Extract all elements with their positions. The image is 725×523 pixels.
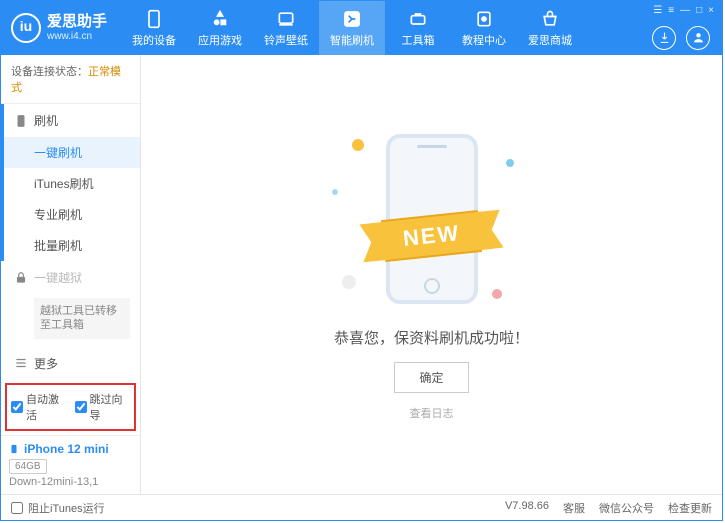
lock-icon — [14, 271, 28, 285]
nav-shop[interactable]: 爱思商城 — [517, 1, 583, 55]
apps-icon — [210, 9, 230, 29]
flash-icon — [342, 9, 362, 29]
window-button[interactable]: ≡ — [668, 5, 674, 16]
section-more-title: 更多 — [34, 355, 58, 372]
logo-icon: iu — [11, 13, 41, 43]
nav-book[interactable]: 教程中心 — [451, 1, 517, 55]
app-url: www.i4.cn — [47, 31, 107, 43]
connection-status: 设备连接状态：正常模式 — [1, 55, 140, 104]
nav-label: 铃声壁纸 — [264, 32, 308, 48]
section-jailbreak: 一键越狱 越狱工具已转移至工具箱 — [1, 261, 140, 339]
nav-label: 工具箱 — [402, 32, 435, 48]
conn-label: 设备连接状态： — [11, 66, 88, 78]
sidebar-item[interactable]: iTunes刷机 — [4, 168, 140, 199]
ok-button[interactable]: 确定 — [394, 362, 468, 393]
nav-label: 教程中心 — [462, 32, 506, 48]
brand: iu 爱思助手 www.i4.cn — [1, 1, 121, 55]
nav-device[interactable]: 我的设备 — [121, 1, 187, 55]
nav-label: 智能刷机 — [330, 32, 374, 48]
nav-label: 我的设备 — [132, 32, 176, 48]
nav-media[interactable]: 铃声壁纸 — [253, 1, 319, 55]
section-flash: 刷机 一键刷机iTunes刷机专业刷机批量刷机 — [1, 104, 140, 261]
section-jailbreak-header[interactable]: 一键越狱 — [4, 261, 140, 294]
window-button[interactable]: ☰ — [653, 5, 662, 16]
section-flash-header[interactable]: 刷机 — [4, 104, 140, 137]
nav-tools[interactable]: 工具箱 — [385, 1, 451, 55]
skip-guide-checkbox[interactable]: 跳过向导 — [75, 391, 131, 423]
flash-options: 自动激活 跳过向导 — [5, 383, 136, 431]
view-log-link[interactable]: 查看日志 — [410, 405, 454, 421]
footer-link[interactable]: 客服 — [563, 500, 585, 516]
status-bar: 阻止iTunes运行 V7.98.66 客服微信公众号检查更新 — [1, 494, 722, 520]
window-button[interactable]: × — [708, 5, 714, 16]
success-message: 恭喜您，保资料刷机成功啦！ — [334, 327, 529, 348]
footer-link[interactable]: 微信公众号 — [599, 500, 654, 516]
phone-icon — [14, 114, 28, 128]
success-illustration: NEW — [332, 129, 532, 309]
nav-flash[interactable]: 智能刷机 — [319, 1, 385, 55]
footer-link[interactable]: 检查更新 — [668, 500, 712, 516]
section-jailbreak-title: 一键越狱 — [34, 269, 82, 286]
device-info[interactable]: iPhone 12 mini 64GB Down-12mini-13,1 — [1, 435, 140, 494]
title-bar: iu 爱思助手 www.i4.cn 我的设备 应用游戏 铃声壁纸 智能刷机 工具箱 教程中… — [1, 1, 722, 55]
window-controls: ☰ ≡ — □ × — [645, 1, 722, 20]
nav-apps[interactable]: 应用游戏 — [187, 1, 253, 55]
sidebar-item[interactable]: 批量刷机 — [4, 230, 140, 261]
window-button[interactable]: □ — [696, 5, 702, 16]
menu-icon — [14, 356, 28, 370]
device-firmware: Down-12mini-13,1 — [9, 476, 132, 488]
main-nav: 我的设备 应用游戏 铃声壁纸 智能刷机 工具箱 教程中心 爱思商城 — [121, 1, 645, 55]
media-icon — [276, 9, 296, 29]
shop-icon — [540, 9, 560, 29]
main-content: NEW 恭喜您，保资料刷机成功啦！ 确定 查看日志 — [141, 55, 722, 494]
window-button[interactable]: — — [680, 5, 690, 16]
body: 设备连接状态：正常模式 刷机 一键刷机iTunes刷机专业刷机批量刷机 一键越狱… — [1, 55, 722, 494]
jailbreak-note: 越狱工具已转移至工具箱 — [34, 298, 130, 339]
book-icon — [474, 9, 494, 29]
download-icon[interactable] — [652, 26, 676, 50]
nav-label: 应用游戏 — [198, 32, 242, 48]
app-window: iu 爱思助手 www.i4.cn 我的设备 应用游戏 铃声壁纸 智能刷机 工具箱 教程中… — [0, 0, 723, 521]
section-more: 更多 其他工具下载固件高级功能 — [1, 347, 140, 379]
app-title: 爱思助手 — [47, 13, 107, 31]
header-actions — [652, 20, 722, 55]
block-itunes-checkbox[interactable]: 阻止iTunes运行 — [11, 500, 105, 516]
sidebar-item[interactable]: 专业刷机 — [4, 199, 140, 230]
device-storage: 64GB — [9, 459, 47, 474]
user-icon[interactable] — [686, 26, 710, 50]
version-label: V7.98.66 — [505, 500, 549, 516]
sidebar: 设备连接状态：正常模式 刷机 一键刷机iTunes刷机专业刷机批量刷机 一键越狱… — [1, 55, 141, 494]
device-name: iPhone 12 mini — [24, 442, 109, 456]
device-icon — [9, 442, 19, 456]
device-icon — [144, 9, 164, 29]
sidebar-list: 刷机 一键刷机iTunes刷机专业刷机批量刷机 一键越狱 越狱工具已转移至工具箱… — [1, 104, 140, 379]
auto-activate-checkbox[interactable]: 自动激活 — [11, 391, 67, 423]
sidebar-item[interactable]: 一键刷机 — [4, 137, 140, 168]
nav-label: 爱思商城 — [528, 32, 572, 48]
section-more-header[interactable]: 更多 — [4, 347, 140, 379]
section-flash-title: 刷机 — [34, 112, 58, 129]
tools-icon — [408, 9, 428, 29]
